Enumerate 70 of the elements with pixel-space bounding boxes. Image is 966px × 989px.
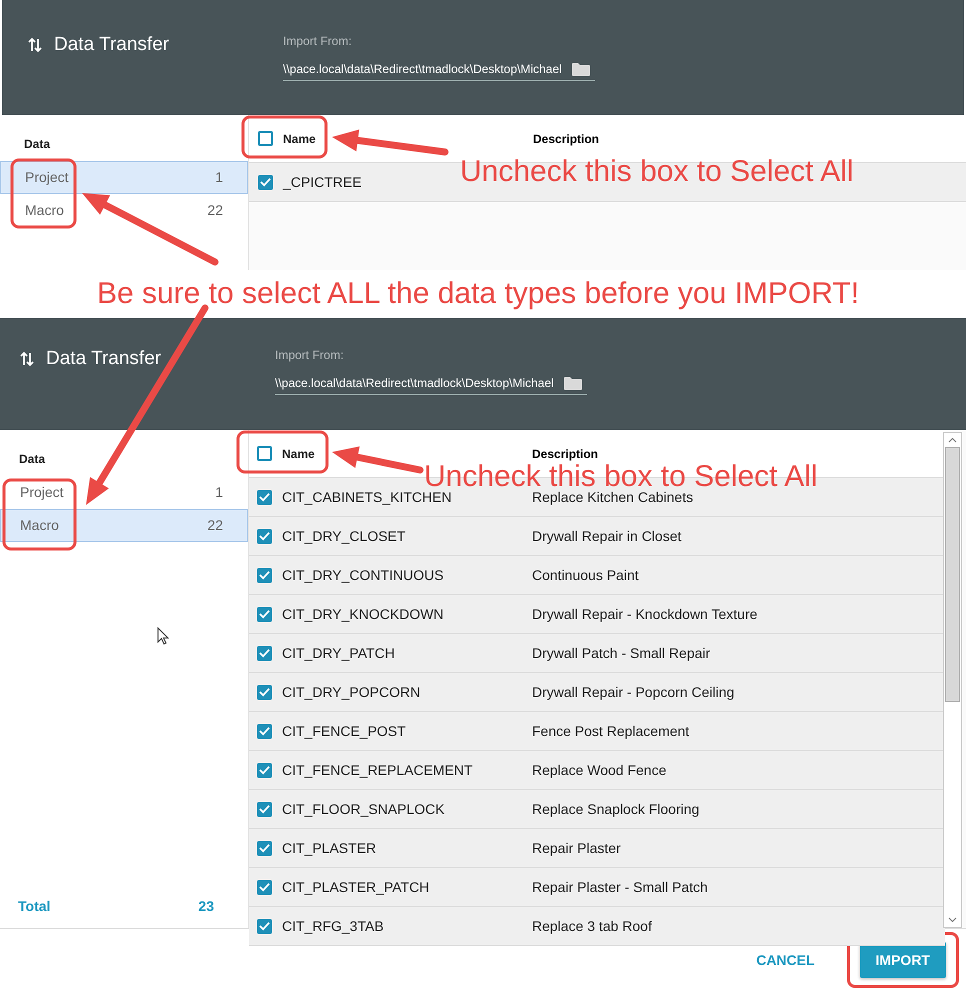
transfer-icon xyxy=(28,37,42,53)
row-checkbox[interactable] xyxy=(257,684,272,700)
table-cell-text: CIT_DRY_POPCORN xyxy=(281,684,422,700)
total-label: Total xyxy=(18,898,50,914)
table-cell-text: CIT_RFG_3TAB xyxy=(281,918,385,934)
column-header[interactable]: Name xyxy=(272,446,532,460)
scroll-down-icon[interactable] xyxy=(948,917,957,923)
data-type-item[interactable]: Macro 22 xyxy=(0,194,248,227)
row-checkbox[interactable] xyxy=(257,490,272,504)
row-checkbox[interactable] xyxy=(257,606,272,622)
panel-heading: Data xyxy=(23,136,52,153)
table-cell-text: CIT_DRY_CLOSET xyxy=(281,528,406,544)
row-checkbox[interactable] xyxy=(257,918,272,934)
annotation-text: Be sure to select ALL the data types before you IMPORT! xyxy=(96,277,860,311)
path-field[interactable]: \\pace.local\data\Redirect\tmadlock\Desktop\Michael xyxy=(275,376,587,395)
table-cell: Replace Snaplock Flooring xyxy=(532,801,700,817)
panel-heading: Data xyxy=(18,451,46,468)
table-cell: Repair Plaster xyxy=(532,840,621,856)
table-cell-text: CIT_FENCE_POST xyxy=(281,723,407,739)
annotation-text: Uncheck this box to Select All xyxy=(460,157,854,187)
select-all-checkbox[interactable] xyxy=(257,446,272,461)
transfer-icon xyxy=(20,351,34,367)
field-label: Import From: xyxy=(275,348,345,362)
table-cell: Replace 3 tab Roof xyxy=(532,918,652,934)
dialog-title: Data Transfer xyxy=(46,348,162,370)
data-type-item[interactable]: Project 1 xyxy=(0,161,248,194)
row-checkbox[interactable] xyxy=(258,174,273,190)
table-cell: Repair Plaster - Small Patch xyxy=(532,879,708,895)
select-all-checkbox[interactable] xyxy=(258,131,273,146)
folder-icon[interactable] xyxy=(564,376,582,390)
table-cell-text: CIT_CABINETS_KITCHEN xyxy=(281,489,453,505)
row-checkbox[interactable] xyxy=(257,646,272,660)
total-count: 23 xyxy=(198,898,214,914)
scroll-up-icon[interactable] xyxy=(948,437,957,443)
row-checkbox[interactable] xyxy=(257,568,272,582)
highlight-frame xyxy=(10,158,76,228)
table-cell-text: CIT_DRY_CONTINUOUS xyxy=(281,567,445,583)
row-checkbox[interactable] xyxy=(257,840,272,856)
column-header[interactable]: Description xyxy=(533,132,600,146)
row-checkbox[interactable] xyxy=(257,762,272,778)
table-cell: Drywall Repair - Popcorn Ceiling xyxy=(532,684,734,700)
data-type-item[interactable]: Macro 22 xyxy=(0,509,248,542)
table-cell: Drywall Patch - Small Repair xyxy=(532,645,710,661)
table-cell: Replace Wood Fence xyxy=(532,762,666,778)
table-cell-text: CIT_DRY_KNOCKDOWN xyxy=(281,606,445,622)
column-header[interactable]: Description xyxy=(532,446,598,460)
table-cell: Drywall Repair in Closet xyxy=(532,528,682,544)
table-cell: Drywall Repair - Knockdown Texture xyxy=(532,606,758,622)
table-cell: Continuous Paint xyxy=(532,567,639,583)
table-cell-text: CIT_DRY_PATCH xyxy=(281,645,396,661)
row-checkbox[interactable] xyxy=(257,724,272,738)
field-label: Import From: xyxy=(283,34,353,48)
data-type-item[interactable]: Project 1 xyxy=(0,476,248,509)
row-checkbox[interactable] xyxy=(257,880,272,894)
table-cell-text: CIT_FENCE_REPLACEMENT xyxy=(281,762,474,778)
table-cell-text: _CPICTREE xyxy=(282,174,363,190)
row-checkbox[interactable] xyxy=(257,802,272,816)
folder-icon[interactable] xyxy=(572,62,590,76)
table-cell-text: CIT_FLOOR_SNAPLOCK xyxy=(281,801,446,817)
scrollbar[interactable] xyxy=(943,432,962,928)
path-field[interactable]: \\pace.local\data\Redirect\tmadlock\Desktop\Michael xyxy=(283,62,595,81)
table-cell: Replace Kitchen Cabinets xyxy=(532,489,694,505)
row-checkbox[interactable] xyxy=(257,528,272,544)
table-cell-text: CIT_PLASTER_PATCH xyxy=(281,879,430,895)
mouse-pointer-icon xyxy=(157,627,169,645)
column-header[interactable]: Name xyxy=(273,132,533,146)
annotation-text: Uncheck this box to Select All xyxy=(424,462,818,492)
table-cell-text: CIT_PLASTER xyxy=(281,840,378,856)
table-cell: Fence Post Replacement xyxy=(532,723,690,739)
dialog-title: Data Transfer xyxy=(54,34,170,56)
